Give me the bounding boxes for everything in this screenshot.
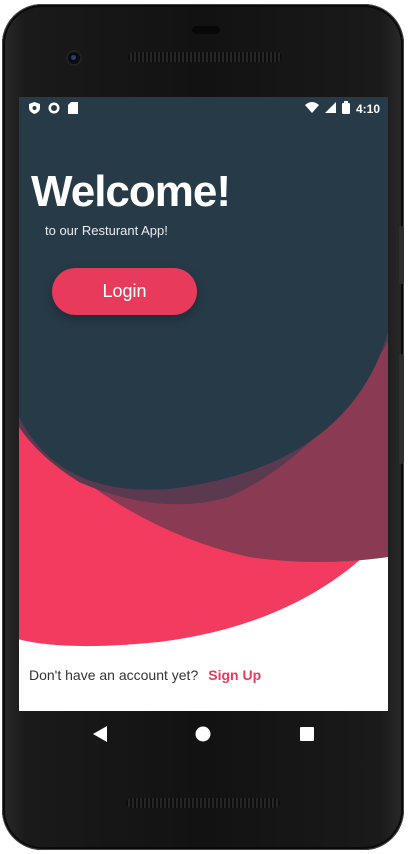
status-bar: 4:10 [19, 97, 388, 121]
shield-icon [29, 102, 40, 117]
signup-link[interactable]: Sign Up [208, 667, 261, 683]
signup-prompt: Don't have an account yet? [29, 667, 199, 683]
cell-signal-icon [324, 102, 336, 116]
wifi-icon [304, 102, 319, 116]
battery-icon [341, 101, 350, 117]
status-time: 4:10 [355, 102, 380, 116]
front-camera [66, 50, 82, 66]
welcome-title: Welcome! [31, 167, 231, 216]
home-icon[interactable] [193, 724, 213, 744]
top-speaker [128, 52, 282, 62]
sd-card-icon [68, 102, 78, 117]
login-button[interactable]: Login [52, 268, 197, 315]
earpiece-slot [192, 26, 220, 34]
bottom-speaker [126, 798, 280, 808]
app-screen: 4:10 Welcome! to our Resturant App! Logi… [19, 97, 388, 711]
power-button[interactable] [399, 226, 404, 284]
volume-button[interactable] [399, 354, 404, 464]
recents-icon[interactable] [297, 724, 317, 744]
back-icon[interactable] [90, 724, 110, 744]
system-nav-bar [19, 712, 388, 756]
signup-row: Don't have an account yet? Sign Up [29, 667, 261, 683]
welcome-subtitle: to our Resturant App! [45, 223, 168, 238]
circle-record-icon [48, 102, 60, 117]
